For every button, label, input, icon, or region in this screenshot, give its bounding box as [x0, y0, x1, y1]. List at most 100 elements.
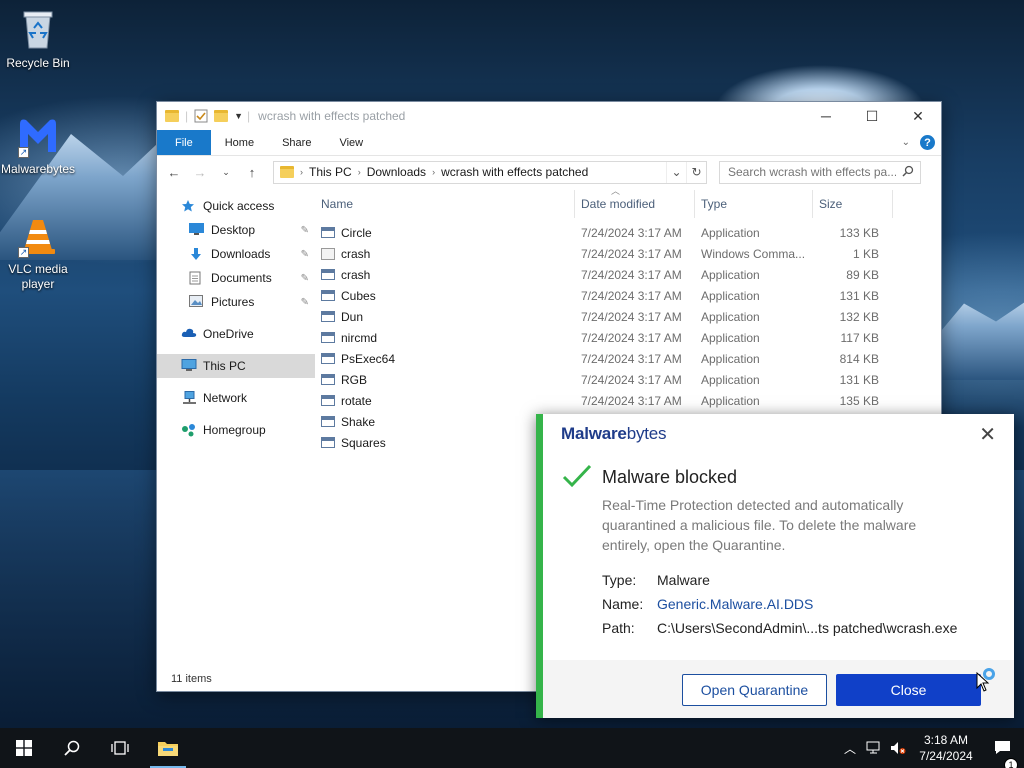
maximize-button[interactable]: ☐ [849, 102, 895, 130]
close-window-button[interactable]: ✕ [895, 102, 941, 130]
application-icon [321, 269, 335, 280]
file-size: 132 KB [839, 309, 879, 324]
notification-footer: Open Quarantine Close [543, 660, 1014, 718]
file-row[interactable]: Cubes 7/24/2024 3:17 AM Application 131 KB [315, 285, 941, 306]
desktop-icon-vlc[interactable]: ↗ VLC media player [0, 214, 76, 292]
file-row[interactable]: crash 7/24/2024 3:17 AM Application 89 KB [315, 264, 941, 285]
nav-this-pc[interactable]: This PC [157, 354, 315, 378]
threat-type-label: Type: [602, 572, 637, 588]
file-size: 89 KB [846, 267, 879, 282]
task-view-button[interactable] [96, 728, 144, 768]
file-name-cell: Cubes [315, 289, 575, 303]
open-quarantine-button[interactable]: Open Quarantine [682, 674, 827, 706]
address-dropdown-icon[interactable]: ⌄ [666, 161, 686, 183]
tab-share[interactable]: Share [268, 130, 325, 155]
search-input[interactable] [728, 165, 896, 179]
nav-documents[interactable]: Documents ✎ [157, 266, 315, 290]
nav-pictures[interactable]: Pictures ✎ [157, 290, 315, 314]
threat-name-link[interactable]: Generic.Malware.AI.DDS [657, 596, 813, 612]
search-button[interactable] [48, 728, 96, 768]
desktop-icon-malwarebytes[interactable]: ↗ Malwarebytes [0, 114, 76, 177]
file-name-cell: Circle [315, 226, 575, 240]
breadcrumb-downloads[interactable]: Downloads [367, 165, 426, 179]
breadcrumb-this-pc[interactable]: This PC [309, 165, 352, 179]
folder-icon [280, 166, 294, 178]
recent-locations-button[interactable]: ⌄ [215, 161, 237, 183]
file-row[interactable]: crash 7/24/2024 3:17 AM Windows Comma... 1 … [315, 243, 941, 264]
threat-type-value: Malware [657, 572, 710, 588]
start-button[interactable] [0, 728, 48, 768]
application-icon [321, 395, 335, 406]
tab-file[interactable]: File [157, 130, 211, 155]
file-type: Application [701, 309, 760, 324]
pin-icon[interactable]: ✎ [301, 273, 309, 284]
search-icon [64, 740, 80, 756]
column-header-name[interactable]: Name [315, 190, 575, 218]
desktop-folder-icon [189, 223, 205, 237]
breadcrumb-current-folder[interactable]: wcrash with effects patched [441, 165, 588, 179]
nav-homegroup[interactable]: Homegroup [157, 418, 315, 442]
file-name-cell: PsExec64 [315, 352, 575, 366]
clock-date: 7/24/2024 [919, 749, 973, 763]
close-icon[interactable]: ✕ [979, 422, 996, 447]
file-row[interactable]: nircmd 7/24/2024 3:17 AM Application 117 KB [315, 327, 941, 348]
file-name: crash [341, 246, 371, 261]
volume-muted-icon[interactable] [886, 741, 910, 755]
file-row[interactable]: Dun 7/24/2024 3:17 AM Application 132 KB [315, 306, 941, 327]
nav-desktop[interactable]: Desktop ✎ [157, 218, 315, 242]
pin-icon[interactable]: ✎ [301, 249, 309, 260]
network-status-icon[interactable] [862, 741, 886, 755]
up-button[interactable]: ↑ [241, 161, 263, 183]
nav-quick-access[interactable]: Quick access [157, 194, 315, 218]
nav-downloads[interactable]: Downloads ✎ [157, 242, 315, 266]
application-icon [321, 332, 335, 343]
file-row[interactable]: RGB 7/24/2024 3:17 AM Application 131 KB [315, 369, 941, 390]
show-hidden-icons-icon[interactable]: ︿ [838, 740, 862, 757]
file-row[interactable]: PsExec64 7/24/2024 3:17 AM Application 814 … [315, 348, 941, 369]
desktop-icon-label: VLC media player [8, 262, 68, 291]
nav-onedrive[interactable]: OneDrive [157, 322, 315, 346]
column-header-size[interactable]: Size [813, 190, 893, 218]
nav-network[interactable]: Network [157, 386, 315, 410]
action-center-button[interactable]: 1 [982, 740, 1024, 768]
address-bar[interactable]: › This PC › Downloads › wcrash with effe… [273, 160, 707, 184]
forward-button[interactable]: → [189, 161, 211, 183]
customize-quick-access-icon[interactable]: ▼ [234, 111, 243, 121]
expand-ribbon-icon[interactable]: ⌄ [902, 137, 910, 148]
file-date: 7/24/2024 3:17 AM [581, 246, 682, 261]
chevron-right-icon[interactable]: › [358, 167, 361, 177]
column-header-date[interactable]: Date modified [575, 190, 695, 218]
search-icon[interactable] [902, 165, 914, 180]
title-bar[interactable]: | ▼ | wcrash with effects patched ─ ☐ ✕ [157, 102, 941, 130]
tab-view[interactable]: View [325, 130, 377, 155]
tab-home[interactable]: Home [211, 130, 268, 155]
threat-path-value: C:\Users\SecondAdmin\...ts patched\wcras… [657, 620, 958, 636]
search-box[interactable] [719, 160, 921, 184]
refresh-icon[interactable]: ↻ [686, 161, 706, 183]
notification-icon [995, 741, 1010, 754]
file-name-cell: crash [315, 268, 575, 282]
recycle-bin-icon [16, 8, 60, 52]
minimize-button[interactable]: ─ [803, 102, 849, 130]
file-explorer-taskbar-button[interactable] [144, 728, 192, 768]
network-icon [181, 391, 197, 405]
back-button[interactable]: ← [163, 161, 185, 183]
file-name: RGB [341, 372, 368, 387]
checkmark-icon [562, 464, 592, 488]
chevron-right-icon[interactable]: › [300, 167, 303, 177]
pin-icon[interactable]: ✎ [301, 225, 309, 236]
help-icon[interactable]: ? [920, 135, 935, 150]
pin-icon[interactable]: ✎ [301, 297, 309, 308]
new-folder-icon[interactable] [214, 110, 229, 122]
file-row[interactable]: rotate 7/24/2024 3:17 AM Application 135 KB [315, 390, 941, 411]
column-header-type[interactable]: Type [695, 190, 813, 218]
file-name-cell: nircmd [315, 331, 575, 345]
file-type: Application [701, 288, 760, 303]
close-button[interactable]: Close [836, 674, 981, 706]
chevron-right-icon[interactable]: › [432, 167, 435, 177]
file-row[interactable]: Circle 7/24/2024 3:17 AM Application 133 KB [315, 222, 941, 243]
file-name: rotate [341, 393, 372, 408]
clock[interactable]: 3:18 AM 7/24/2024 [910, 732, 982, 764]
desktop-icon-recycle-bin[interactable]: Recycle Bin [0, 8, 76, 71]
properties-icon[interactable] [194, 109, 208, 123]
